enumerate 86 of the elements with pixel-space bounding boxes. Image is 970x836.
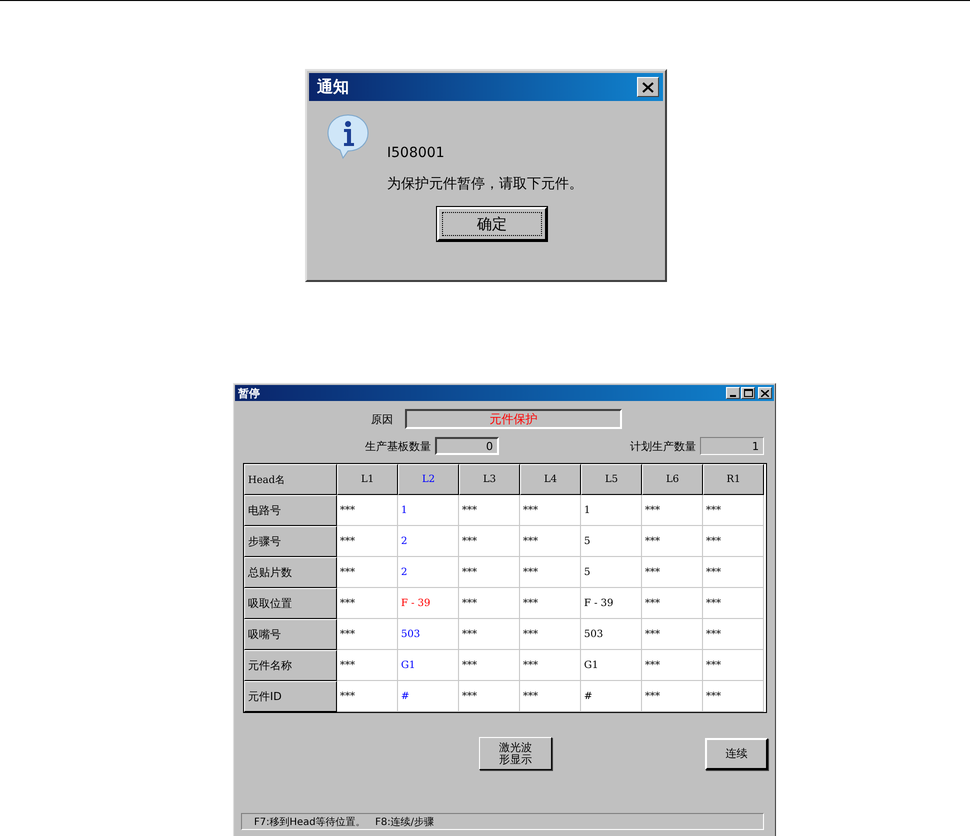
table-cell: ***: [642, 526, 703, 557]
column-header[interactable]: R1: [703, 464, 764, 495]
reason-field: 元件保护: [405, 409, 622, 429]
table-cell: ***: [703, 557, 764, 588]
table-cell: F - 39: [581, 588, 642, 619]
window-title: 通知: [317, 76, 349, 98]
corner-header: Head名: [244, 464, 337, 495]
row-header: 吸嘴号: [244, 619, 337, 650]
row-header: 元件ID: [244, 681, 337, 712]
table-cell: ***: [459, 588, 520, 619]
table-cell: ***: [703, 650, 764, 681]
row-header: 步骤号: [244, 526, 337, 557]
table-cell: ***: [642, 619, 703, 650]
produced-count-label: 生产基板数量: [365, 438, 431, 454]
row-header: 总贴片数: [244, 557, 337, 588]
info-icon: [325, 113, 371, 159]
close-icon: [761, 390, 769, 396]
continue-button[interactable]: 连续: [705, 738, 768, 770]
table-cell: 1: [581, 495, 642, 526]
table-cell: ***: [459, 495, 520, 526]
table-cell: ***: [520, 619, 581, 650]
table-cell: #: [581, 681, 642, 712]
table-cell: G1: [581, 650, 642, 681]
table-cell: ***: [520, 557, 581, 588]
column-header[interactable]: L3: [459, 464, 520, 495]
message-code: I508001: [387, 145, 446, 161]
table-cell: ***: [337, 557, 398, 588]
table-cell: F - 39: [398, 588, 459, 619]
row-header: 吸取位置: [244, 588, 337, 619]
table-cell: 5: [581, 557, 642, 588]
close-button[interactable]: [758, 387, 772, 399]
column-header[interactable]: L5: [581, 464, 642, 495]
table-cell: ***: [703, 619, 764, 650]
planned-count-label: 计划生产数量: [630, 438, 696, 454]
table-cell: ***: [520, 588, 581, 619]
table-cell: ***: [642, 588, 703, 619]
table-cell: #: [398, 681, 459, 712]
table-cell: ***: [337, 619, 398, 650]
close-button[interactable]: [637, 77, 659, 97]
minimize-button[interactable]: [726, 387, 740, 399]
table-cell: ***: [520, 526, 581, 557]
maximize-icon: [744, 389, 752, 397]
column-header[interactable]: L6: [642, 464, 703, 495]
ok-button[interactable]: 确定: [437, 207, 547, 241]
table-cell: 2: [398, 557, 459, 588]
table-cell: ***: [703, 495, 764, 526]
laser-waveform-button[interactable]: 激光波形显示: [479, 737, 552, 770]
table-cell: ***: [642, 650, 703, 681]
table-cell: ***: [459, 557, 520, 588]
table-cell: ***: [459, 681, 520, 712]
table-cell: 503: [398, 619, 459, 650]
row-header: 电路号: [244, 495, 337, 526]
table-cell: ***: [337, 650, 398, 681]
table-cell: 5: [581, 526, 642, 557]
table-cell: ***: [703, 588, 764, 619]
column-header[interactable]: L4: [520, 464, 581, 495]
table-cell: ***: [520, 650, 581, 681]
table-cell: ***: [337, 681, 398, 712]
row-header: 元件名称: [244, 650, 337, 681]
table-cell: ***: [642, 495, 703, 526]
close-icon: [642, 82, 654, 92]
table-cell: ***: [337, 526, 398, 557]
window-title: 暂停: [238, 386, 260, 400]
produced-count-field: 0: [435, 437, 499, 455]
table-cell: ***: [459, 650, 520, 681]
status-bar: F7:移到Head等待位置。 F8:连续/步骤: [241, 813, 764, 830]
table-cell: ***: [459, 526, 520, 557]
column-header[interactable]: L2: [398, 464, 459, 495]
table-cell: ***: [337, 588, 398, 619]
table-cell: ***: [337, 495, 398, 526]
table-cell: 2: [398, 526, 459, 557]
table-cell: ***: [520, 681, 581, 712]
planned-count-field: 1: [700, 437, 764, 455]
table-cell: 1: [398, 495, 459, 526]
table-cell: ***: [459, 619, 520, 650]
table-cell: G1: [398, 650, 459, 681]
table-cell: ***: [642, 681, 703, 712]
message-text: 为保护元件暂停，请取下元件。: [387, 175, 583, 193]
table-cell: ***: [520, 495, 581, 526]
reason-label: 原因: [371, 412, 393, 426]
table-cell: 503: [581, 619, 642, 650]
table-cell: ***: [642, 557, 703, 588]
table-cell: ***: [703, 526, 764, 557]
maximize-button[interactable]: [741, 387, 755, 399]
table-cell: ***: [703, 681, 764, 712]
column-header[interactable]: L1: [337, 464, 398, 495]
